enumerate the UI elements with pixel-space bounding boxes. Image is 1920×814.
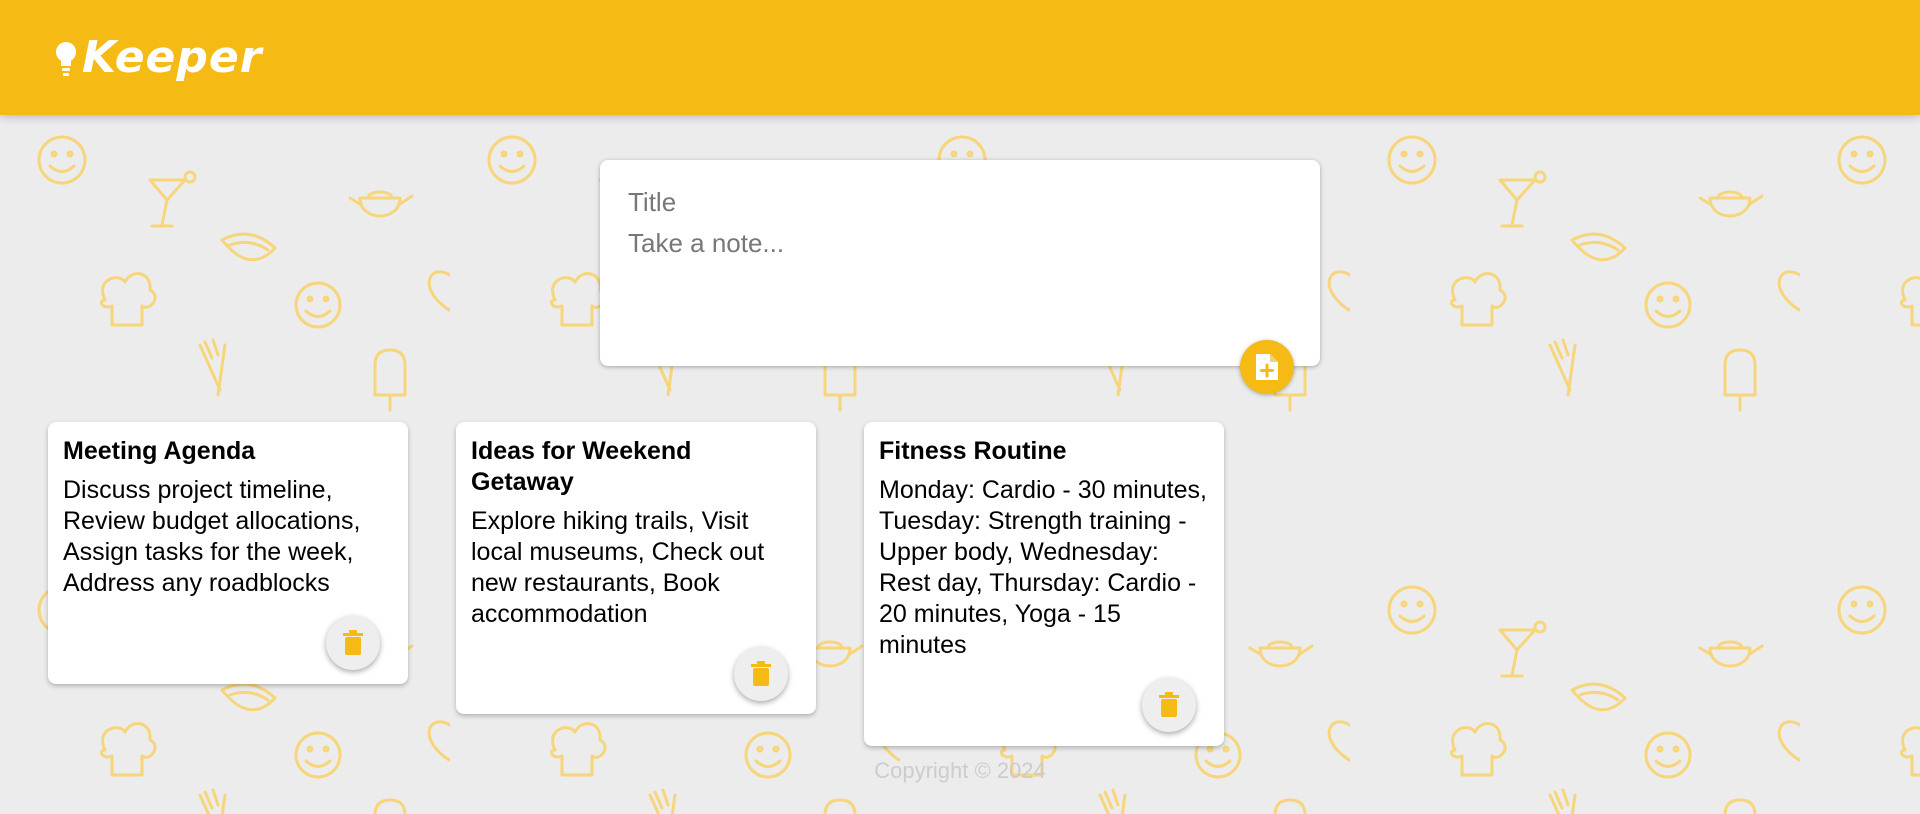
copyright-text: Copyright © 2024	[874, 758, 1046, 783]
note-card: Meeting Agenda Discuss project timeline,…	[48, 422, 408, 684]
note-title: Fitness Routine	[879, 437, 1067, 465]
app-header: Keeper	[0, 0, 1920, 115]
trash-icon	[343, 630, 363, 655]
delete-note-button[interactable]	[326, 616, 380, 670]
page-footer: Copyright © 2024	[0, 758, 1920, 784]
note-title: Meeting Agenda	[63, 437, 256, 465]
add-note-button[interactable]	[1240, 340, 1294, 394]
app-title: Keeper	[82, 32, 263, 83]
delete-note-button[interactable]	[1142, 678, 1196, 732]
note-content: Discuss project timeline, Review budget …	[63, 476, 366, 597]
note-content: Monday: Cardio - 30 minutes, Tuesday: St…	[879, 476, 1214, 659]
note-add-icon	[1256, 354, 1278, 380]
note-card: Fitness Routine Monday: Cardio - 30 minu…	[864, 422, 1224, 746]
note-card: Ideas for Weekend Getaway Explore hiking…	[456, 422, 816, 714]
create-note-form	[600, 160, 1320, 394]
lightbulb-icon	[56, 42, 76, 76]
app-logo: Keeper	[54, 33, 262, 83]
note-title: Ideas for Weekend Getaway	[471, 437, 692, 496]
trash-icon	[1159, 692, 1179, 717]
note-title-input[interactable]	[628, 184, 1288, 220]
delete-note-button[interactable]	[734, 647, 788, 701]
trash-icon	[751, 661, 771, 686]
note-content-input[interactable]	[628, 228, 1288, 338]
note-content: Explore hiking trails, Visit local museu…	[471, 507, 772, 628]
